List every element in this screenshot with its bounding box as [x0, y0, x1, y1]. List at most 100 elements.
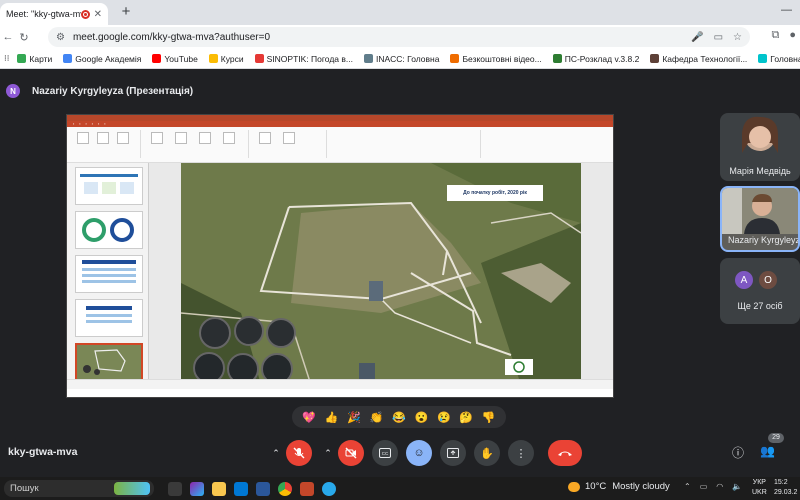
ribbon-icon	[175, 132, 187, 144]
back-icon[interactable]: ←	[0, 31, 16, 43]
clock-date: 29.03.2	[774, 489, 798, 496]
bookmark-favicon-icon	[650, 54, 660, 63]
meeting-code: kky-gtwa-mva	[8, 446, 78, 458]
captions-button[interactable]: CC	[372, 440, 398, 466]
present-screen-button[interactable]	[440, 440, 466, 466]
new-tab-button[interactable]: +	[118, 4, 134, 20]
ribbon-icon	[117, 132, 129, 144]
participant-avatar: A	[734, 270, 754, 290]
more-options-button[interactable]: ⋮	[508, 440, 534, 466]
chrome-icon[interactable]	[278, 481, 292, 496]
minimize-window-icon[interactable]: —	[781, 4, 792, 16]
windows-taskbar: Пошук 10°C Mostly cloudy ⌃ ▭ ◠ 🔈 УКР UKR…	[0, 477, 800, 500]
presenter-header: N Nazariy Kyrgyleyza (Презентація)	[0, 80, 193, 102]
close-tab-icon[interactable]: ✕	[94, 9, 102, 20]
video-options-chevron-icon[interactable]: ⌃	[320, 440, 336, 466]
reaction-thinking-icon[interactable]: 🤔	[459, 411, 473, 424]
reaction-sad-icon[interactable]: 😢	[437, 411, 451, 424]
address-bar[interactable]: ⚙ meet.google.com/kky-gtwa-mva?authuser=…	[48, 27, 750, 47]
bookmark-favicon-icon	[17, 54, 27, 63]
reaction-clap-icon[interactable]: 👏	[370, 411, 384, 424]
participant-video	[722, 188, 798, 234]
wifi-icon[interactable]: ◠	[716, 482, 723, 491]
bookmark-favicon-icon	[254, 54, 264, 63]
bookmark-item[interactable]: INACC: Головна	[363, 54, 439, 64]
extensions-icon[interactable]: ⧉	[771, 29, 779, 42]
participant-tile[interactable]: Марія Медвідь	[720, 113, 800, 181]
reaction-thumbs-down-icon[interactable]: 👎	[482, 411, 496, 424]
browser-tab-meet[interactable]: Meet: "kky-gtwa-mva" ✕	[0, 3, 108, 25]
audio-options-chevron-icon[interactable]: ⌃	[268, 440, 284, 466]
ribbon-group	[331, 130, 481, 158]
bookmark-item[interactable]: ПС-Розклад v.3.8.2	[552, 54, 639, 64]
slide-thumbnail-selected	[75, 343, 143, 381]
more-participants-tile[interactable]: A O Ще 27 осіб	[720, 258, 800, 324]
people-icon[interactable]: 👥	[760, 444, 775, 461]
file-explorer-icon[interactable]	[212, 481, 226, 496]
meeting-info-icon[interactable]: ⓘ	[732, 444, 744, 461]
battery-icon[interactable]: ▭	[700, 482, 708, 491]
bookmark-item[interactable]: Кафедра Технології...	[650, 54, 747, 64]
microphone-off-button[interactable]	[286, 440, 312, 466]
ppt-status-bar	[67, 379, 613, 389]
bookmark-item[interactable]: Головна – Canva	[758, 54, 800, 64]
taskbar-search[interactable]: Пошук	[4, 480, 154, 497]
copilot-icon[interactable]	[190, 481, 204, 496]
reload-icon[interactable]: ↻	[16, 31, 32, 44]
reaction-laugh-icon[interactable]: 😂	[392, 411, 406, 424]
weather-widget[interactable]: 10°C Mostly cloudy	[568, 481, 670, 492]
bookmark-item[interactable]: Google Академія	[63, 54, 141, 64]
bookmark-favicon-icon	[552, 54, 562, 63]
presenter-label: Nazariy Kyrgyleyza (Презентація)	[32, 85, 194, 97]
input-language[interactable]: УКР UKR	[752, 478, 767, 498]
camera-off-button[interactable]	[338, 440, 364, 466]
search-highlight-image	[114, 482, 150, 495]
language-code: УКР	[752, 479, 766, 486]
bookmark-item[interactable]: Безкоштовні відео...	[450, 54, 542, 64]
bookmark-item[interactable]: Курси	[208, 54, 244, 64]
url-text: meet.google.com/kky-gtwa-mva?authuser=0	[72, 31, 271, 43]
slide-thumbnail	[75, 299, 143, 337]
system-clock[interactable]: 15:2 29.03.2	[774, 478, 797, 498]
reaction-thumbs-up-icon[interactable]: 👍	[325, 411, 339, 424]
keyboard-layout: UKR	[752, 489, 767, 496]
profile-avatar[interactable]: ●	[789, 29, 796, 42]
reaction-surprised-icon[interactable]: 😮	[415, 411, 429, 424]
participant-tile-active[interactable]: Nazariy Kyrgyleyza	[720, 186, 800, 252]
reaction-heart-icon[interactable]: 💖	[302, 411, 316, 424]
recording-icon	[80, 9, 90, 19]
tray-chevron-icon[interactable]: ⌃	[684, 482, 691, 491]
powerpoint-icon[interactable]	[300, 481, 314, 496]
browser-toolbar: ← ↻ ⚙ meet.google.com/kky-gtwa-mva?authu…	[0, 25, 800, 49]
bookmark-item[interactable]: SINOPTIK: Погода в...	[254, 54, 353, 64]
ribbon-icon	[151, 132, 163, 144]
ribbon-icon	[199, 132, 211, 144]
word-icon[interactable]	[256, 481, 270, 496]
reaction-party-icon[interactable]: 🎉	[347, 411, 361, 424]
more-participants-label: Ще 27 осіб	[737, 301, 783, 311]
telegram-icon[interactable]	[322, 481, 336, 496]
participant-photo	[742, 116, 778, 153]
camera-permission-icon[interactable]: ▭	[714, 32, 723, 43]
bookmark-favicon-icon	[208, 54, 218, 63]
task-view-icon[interactable]	[168, 481, 182, 496]
apps-icon[interactable]: ⁝⁝	[4, 53, 9, 64]
taskbar-apps	[168, 481, 336, 496]
slide-logo	[505, 359, 533, 375]
bookmark-favicon-icon	[63, 54, 73, 63]
bookmark-star-icon[interactable]: ☆	[733, 32, 742, 43]
call-controls: ⌃ ⌃ CC ☺ ✋ ⋮	[268, 440, 590, 466]
raise-hand-button[interactable]: ✋	[474, 440, 500, 466]
bookmark-item[interactable]: Карти	[17, 54, 52, 64]
ribbon-icon	[259, 132, 271, 144]
ribbon-icon	[77, 132, 89, 144]
site-info-icon[interactable]: ⚙	[56, 32, 65, 43]
bookmark-item[interactable]: YouTube	[152, 54, 198, 64]
bookmark-favicon-icon	[363, 54, 373, 63]
leave-call-button[interactable]	[548, 440, 582, 466]
mail-icon[interactable]	[234, 481, 248, 496]
emoji-reactions-button[interactable]: ☺	[406, 440, 432, 466]
volume-icon[interactable]: 🔈	[732, 482, 742, 491]
microphone-icon[interactable]: 🎤	[691, 32, 703, 43]
slide-thumbnail	[75, 167, 143, 205]
